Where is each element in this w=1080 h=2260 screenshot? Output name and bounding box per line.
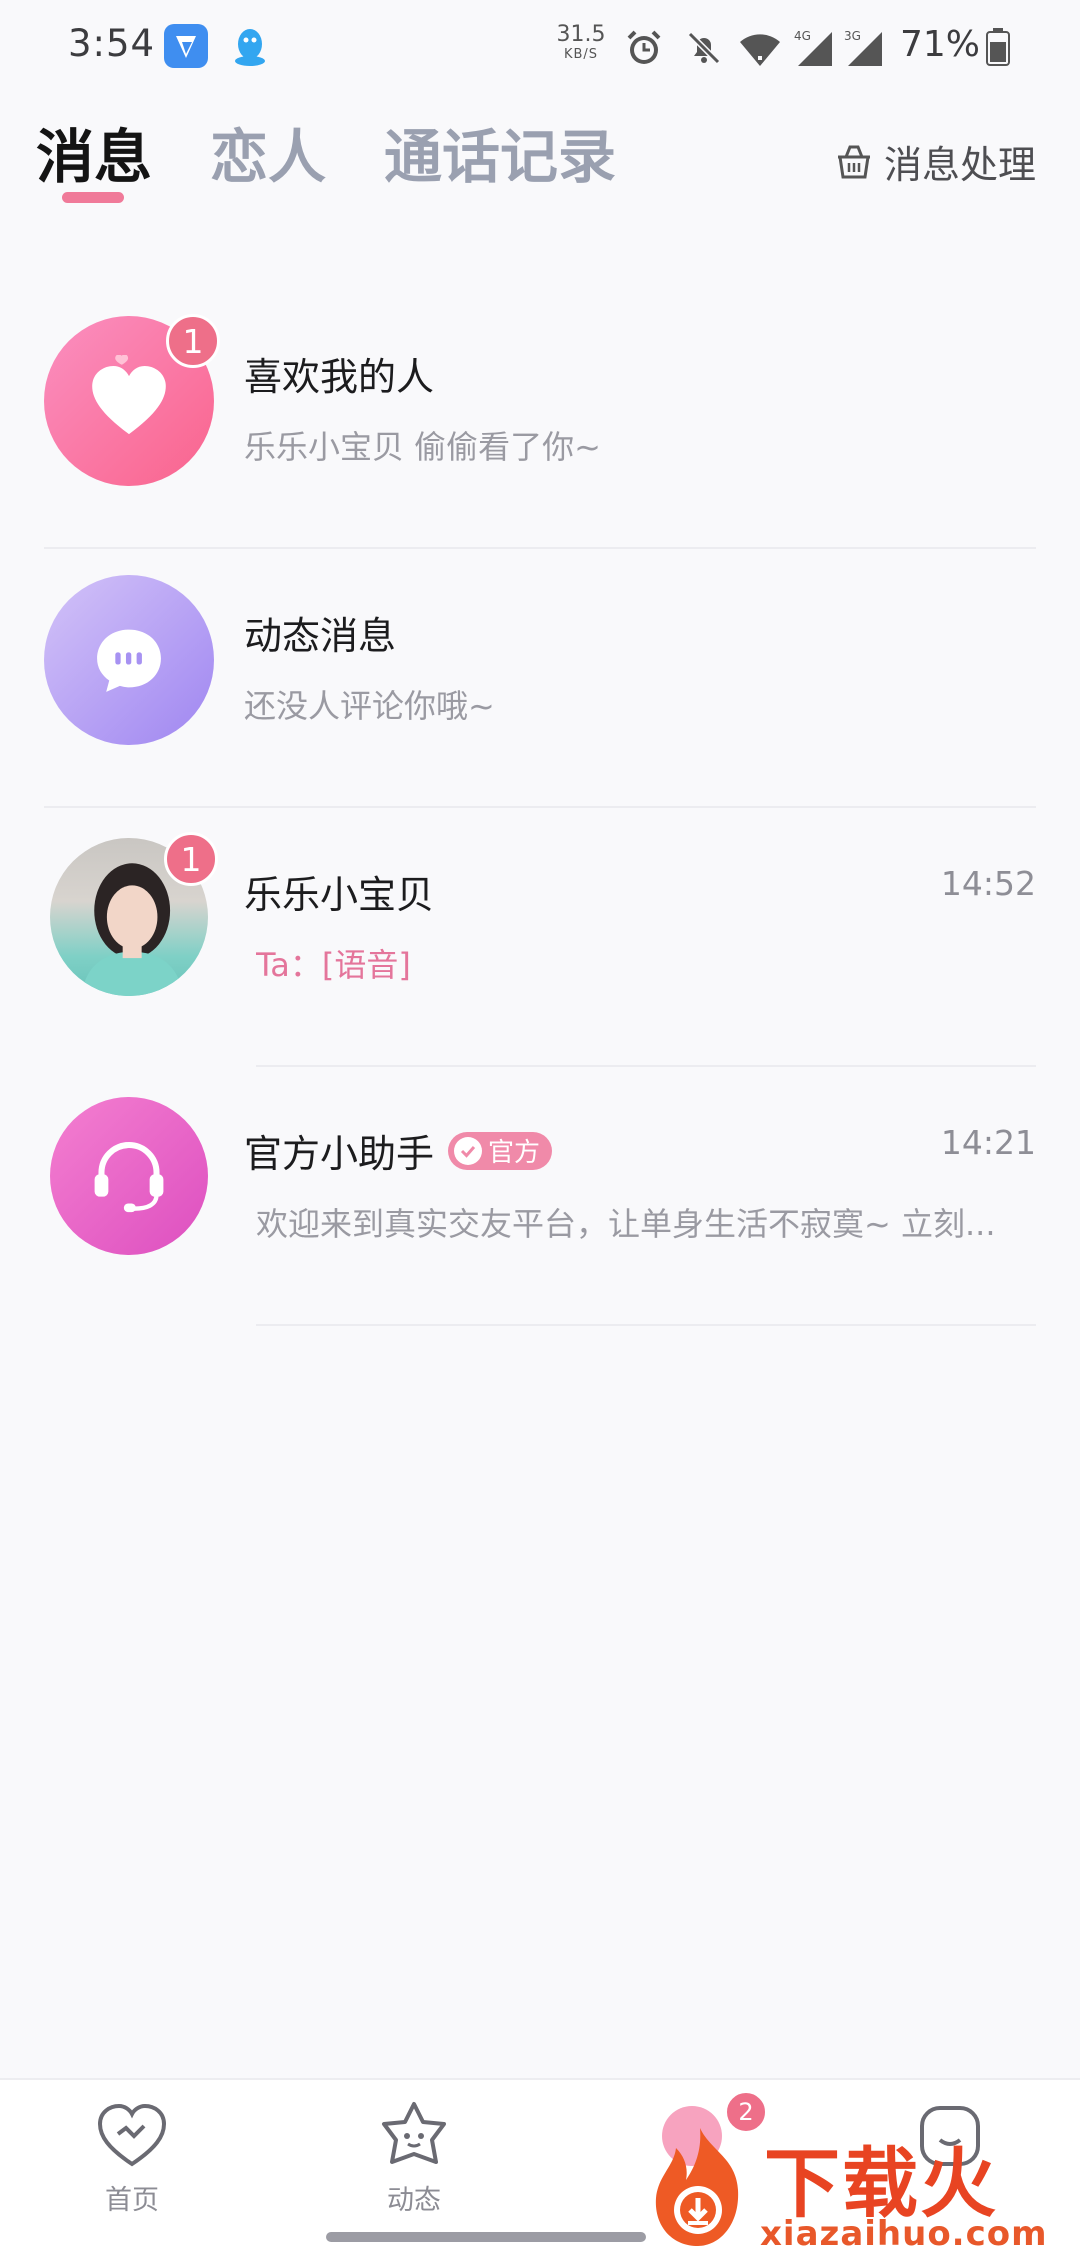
- net-speed: 31.5 KB/S: [556, 22, 606, 62]
- svg-text:4G: 4G: [794, 29, 811, 43]
- conversation-title: 动态消息: [244, 614, 397, 658]
- avatar: 1: [44, 314, 220, 486]
- heart-icon: [92, 355, 166, 435]
- nav-home[interactable]: 首页: [52, 2098, 212, 2217]
- wifi-icon: [738, 26, 782, 70]
- unread-badge: 1: [166, 314, 220, 368]
- avatar: [44, 575, 214, 745]
- net-speed-unit: KB/S: [563, 47, 599, 62]
- header-tabs: 消息 恋人 通话记录 消息处理: [0, 100, 1080, 220]
- nav-home-label: 首页: [105, 2185, 159, 2216]
- home-indicator: [326, 2232, 646, 2242]
- list-item-user-chat[interactable]: 1 乐乐小宝贝 14:52 Ta：[语音]: [0, 808, 1080, 1067]
- conversation-title: 喜欢我的人: [244, 355, 435, 399]
- conversation-title: 乐乐小宝贝: [244, 873, 435, 917]
- official-tag: 官方: [448, 1131, 553, 1170]
- active-tab-indicator: [62, 192, 124, 203]
- messages-screen: 3:54 31.5 KB/S 4G 3G 71% 消息 恋人 通话记录 消息处理…: [0, 0, 1080, 2260]
- flame-logo-icon: [640, 2124, 760, 2250]
- list-item-official-assistant[interactable]: 官方小助手 官方 14:21 欢迎来到真实交友平台，让单身生活不寂寞~ 立刻..…: [0, 1067, 1080, 1326]
- broom-basket-icon: [837, 145, 870, 179]
- signal-4g-icon: 4G: [792, 26, 836, 70]
- message-manage-button[interactable]: 消息处理: [834, 136, 1036, 187]
- verified-check-icon: [454, 1136, 483, 1165]
- unread-badge: 1: [164, 832, 218, 886]
- watermark: 下载火 xiazaihuo.com: [640, 2116, 1080, 2260]
- signal-3g-icon: 3G: [842, 26, 886, 70]
- conversation-list: 1 喜欢我的人 乐乐小宝贝 偷偷看了你~ 动态消息 还没人评论你哦~ 1 乐乐小…: [0, 290, 1080, 1326]
- battery-percent: 71%: [900, 24, 981, 65]
- status-bar: 3:54 31.5 KB/S 4G 3G 71%: [0, 0, 1080, 92]
- conversation-preview: 欢迎来到真实交友平台，让单身生活不寂寞~ 立刻...: [256, 1205, 996, 1243]
- svg-text:3G: 3G: [844, 29, 861, 43]
- watermark-url: xiazaihuo.com: [760, 2214, 1048, 2254]
- status-time: 3:54: [68, 22, 156, 65]
- alarm-icon: [622, 26, 666, 70]
- app-notification-icon: [164, 24, 208, 68]
- avatar: 1: [50, 832, 218, 996]
- conversation-preview: 乐乐小宝贝 偷偷看了你~: [244, 428, 601, 466]
- headset-icon: [94, 1142, 164, 1213]
- list-item-moments[interactable]: 动态消息 还没人评论你哦~: [0, 549, 1080, 808]
- tab-messages[interactable]: 消息: [36, 110, 152, 194]
- battery-icon: [986, 28, 1010, 66]
- qq-icon: [228, 24, 272, 68]
- conversation-preview: Ta：[语音]: [256, 946, 411, 984]
- divider: [256, 1324, 1036, 1326]
- mute-bell-icon: [682, 26, 726, 70]
- nav-moments[interactable]: 动态: [334, 2098, 494, 2217]
- conversation-title-wrap: 官方小助手 官方: [244, 1123, 553, 1178]
- assistant-avatar-circle: [50, 1097, 208, 1255]
- star-face-icon: [382, 2102, 446, 2164]
- tab-call-records[interactable]: 通话记录: [384, 110, 616, 194]
- home-heart-icon: [97, 2103, 167, 2167]
- conversation-title: 官方小助手: [244, 1132, 435, 1176]
- net-speed-value: 31.5: [556, 22, 606, 47]
- tab-lovers[interactable]: 恋人: [210, 110, 326, 194]
- chat-bubble-icon: [97, 629, 161, 692]
- conversation-time: 14:52: [940, 864, 1036, 903]
- conversation-time: 14:21: [940, 1123, 1036, 1162]
- moments-avatar-circle: [44, 575, 214, 745]
- nav-moments-label: 动态: [387, 2185, 441, 2216]
- list-item-likes[interactable]: 1 喜欢我的人 乐乐小宝贝 偷偷看了你~: [0, 290, 1080, 549]
- conversation-preview: 还没人评论你哦~: [244, 687, 495, 725]
- message-manage-label: 消息处理: [883, 142, 1036, 187]
- avatar: [50, 1097, 208, 1255]
- official-tag-label: 官方: [488, 1138, 541, 1168]
